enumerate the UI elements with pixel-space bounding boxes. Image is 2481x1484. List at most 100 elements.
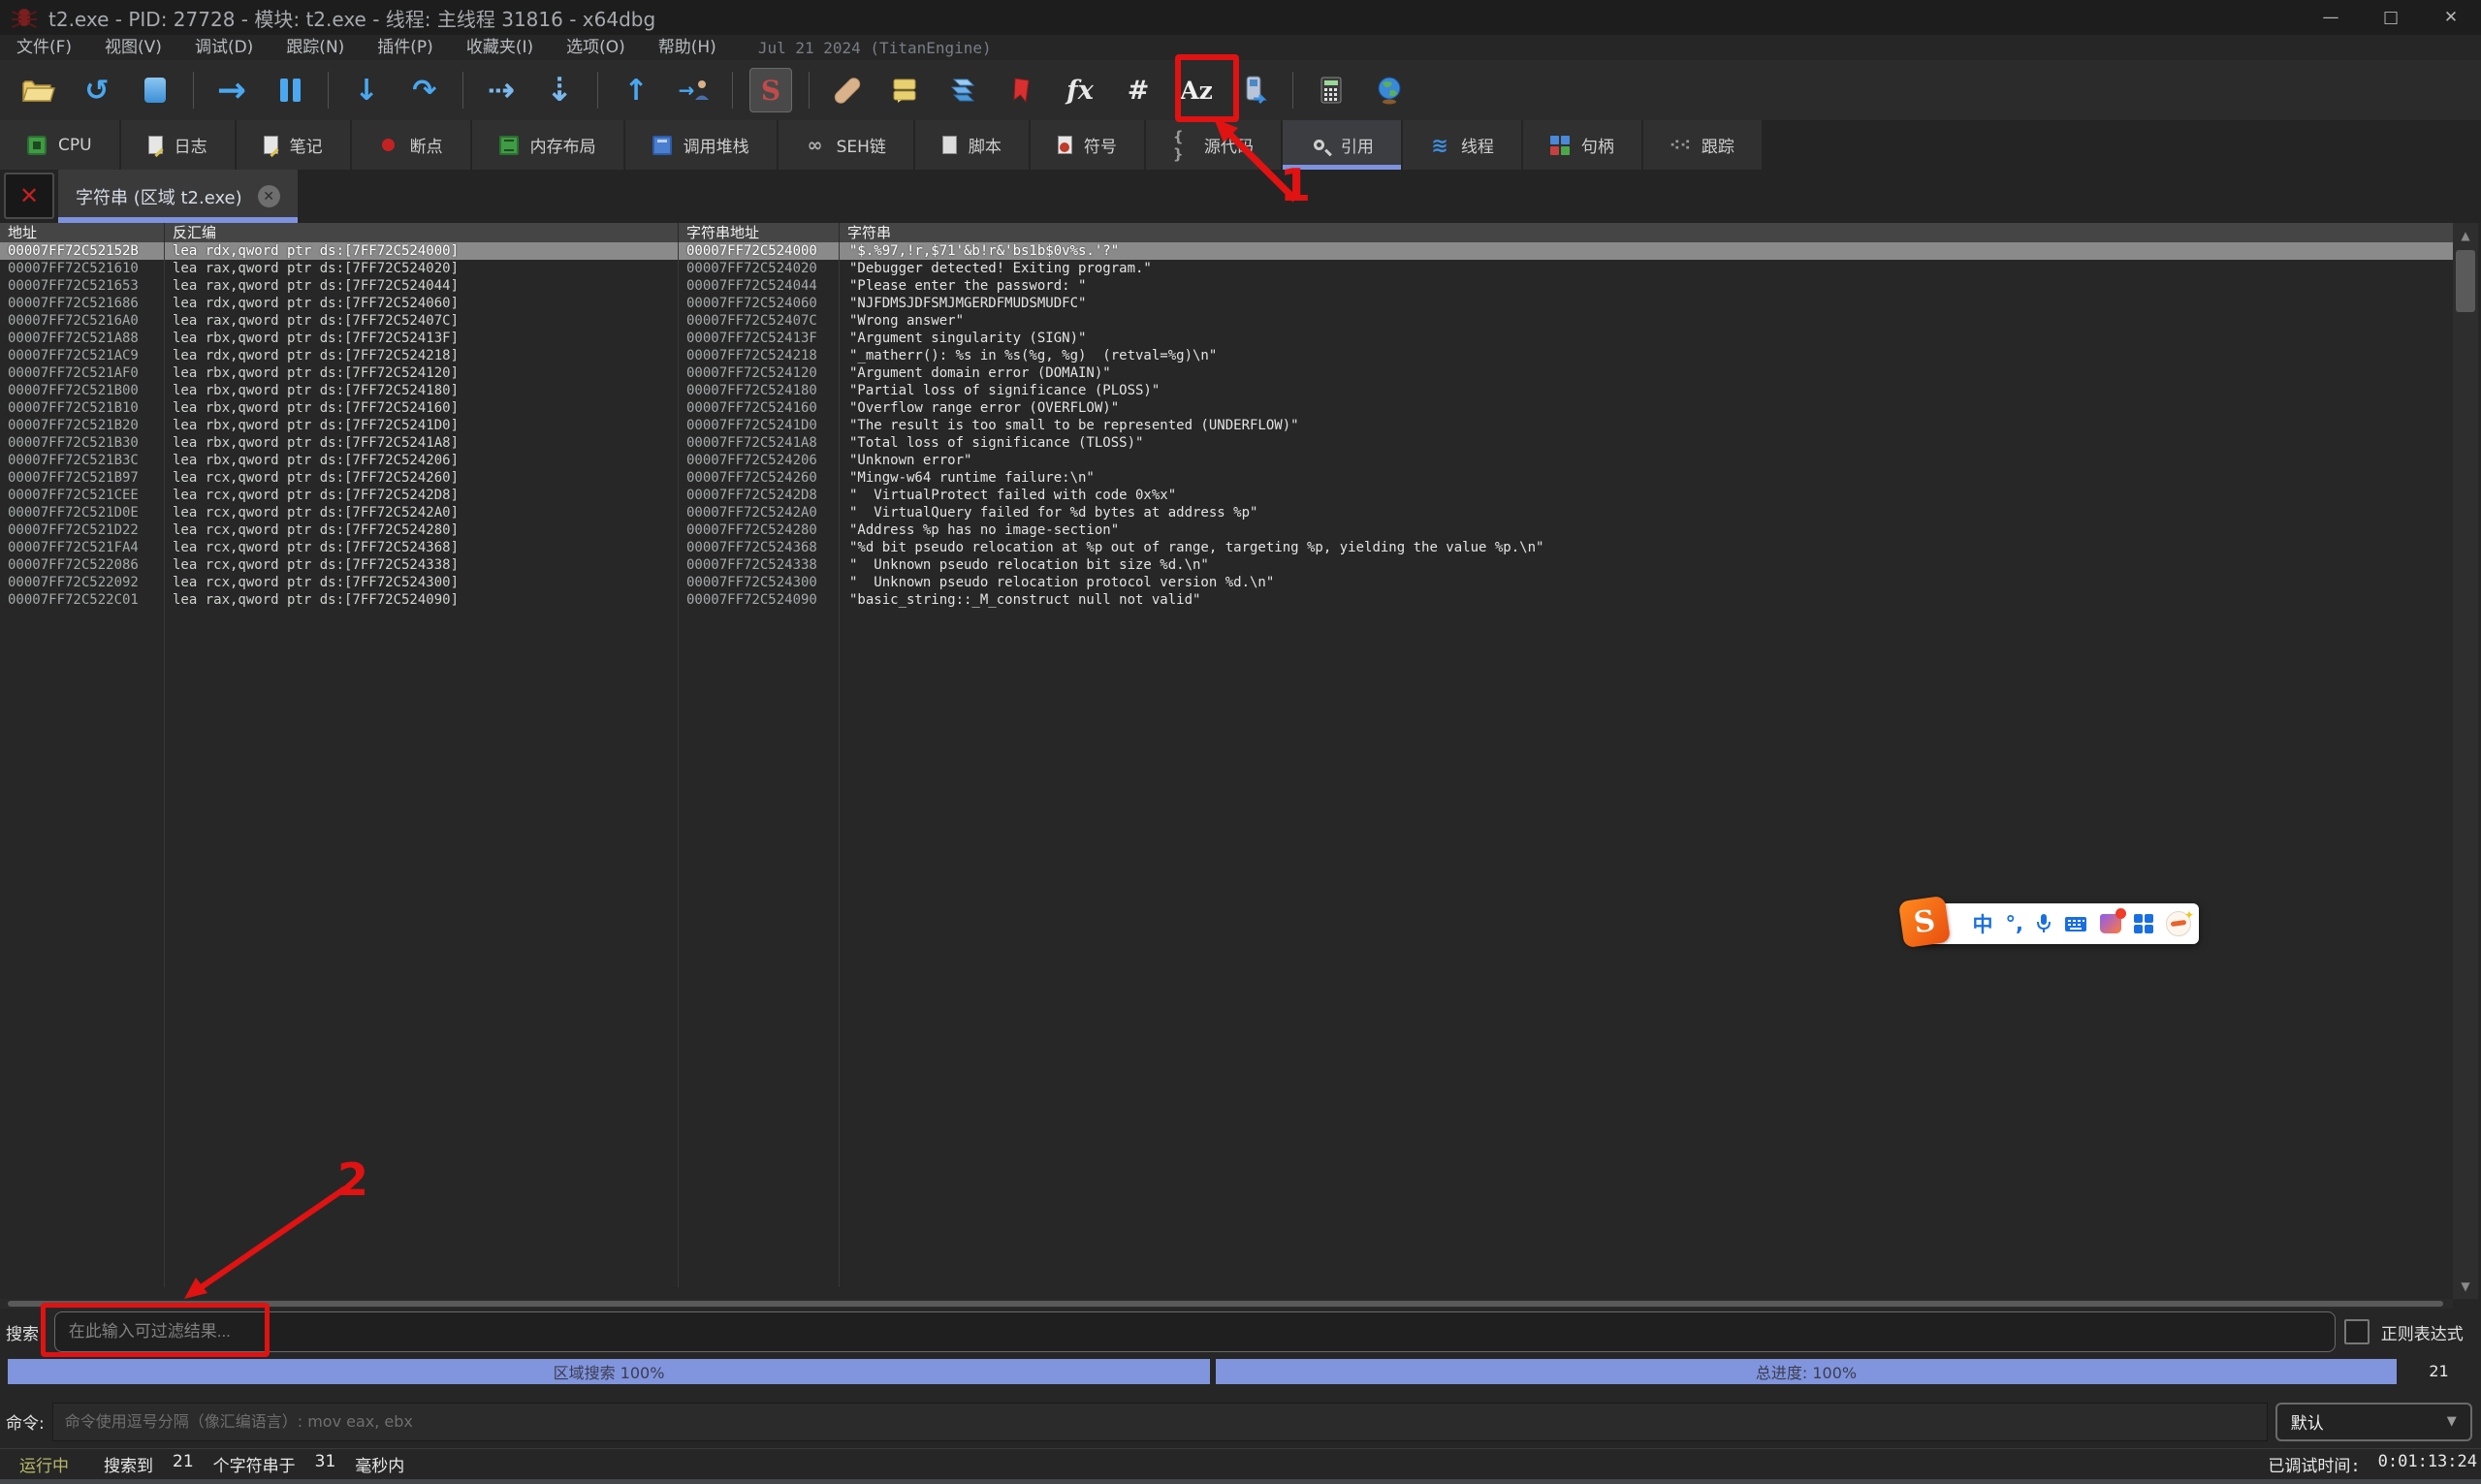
table-row[interactable]: 00007FF72C521A88lea rbx,qword ptr ds:[7F… <box>0 330 2453 347</box>
sogou-logo-icon[interactable]: S <box>1898 896 1951 948</box>
pause-icon <box>280 79 301 102</box>
table-row[interactable]: 00007FF72C521B3Clea rbx,qword ptr ds:[7F… <box>0 452 2453 469</box>
menu-item-5[interactable]: 收藏夹(I) <box>450 35 550 60</box>
labels-button[interactable] <box>942 68 985 112</box>
menu-item-4[interactable]: 插件(P) <box>361 35 450 60</box>
tab-cpu[interactable]: CPU <box>0 120 119 170</box>
tab-handles[interactable]: 句柄 <box>1523 120 1641 170</box>
menu-item-6[interactable]: 选项(O) <box>550 35 642 60</box>
soft-keyboard-button[interactable] <box>2064 916 2087 932</box>
table-row[interactable]: 00007FF72C521B00lea rbx,qword ptr ds:[7F… <box>0 382 2453 399</box>
step-into-button[interactable]: ↓ <box>345 68 388 112</box>
step-over-button[interactable]: ↷ <box>403 68 446 112</box>
table-row[interactable]: 00007FF72C521B10lea rbx,qword ptr ds:[7F… <box>0 399 2453 417</box>
pause-button[interactable] <box>269 68 311 112</box>
minimize-button[interactable]: — <box>2301 0 2361 35</box>
open-file-button[interactable] <box>17 68 60 112</box>
cell-string: "NJFDMSJDFSMJMGERDFMUDSMUDFC" <box>840 295 2453 312</box>
column-header-address[interactable]: 地址 <box>0 223 165 242</box>
find-strings-button[interactable]: Az <box>1175 68 1218 112</box>
tab-log[interactable]: 日志 <box>121 120 235 170</box>
source-mode-toggle-button[interactable]: S <box>749 68 792 112</box>
menu-item-7[interactable]: 帮助(H) <box>642 35 733 60</box>
horizontal-scrollbar[interactable] <box>0 1299 2453 1309</box>
search-input[interactable] <box>54 1311 2336 1352</box>
regex-checkbox[interactable] <box>2344 1319 2370 1344</box>
table-row[interactable]: 00007FF72C521686lea rdx,qword ptr ds:[7F… <box>0 295 2453 312</box>
table-row[interactable]: 00007FF72C521B30lea rbx,qword ptr ds:[7F… <box>0 434 2453 452</box>
punctuation-mode-button[interactable]: °, <box>2006 912 2023 935</box>
table-row[interactable]: 00007FF72C52152Blea rdx,qword ptr ds:[7F… <box>0 242 2453 260</box>
maximize-button[interactable]: □ <box>2361 0 2421 35</box>
table-row[interactable]: 00007FF72C521B20lea rbx,qword ptr ds:[7F… <box>0 417 2453 434</box>
attach-button[interactable] <box>1233 68 1276 112</box>
tab-call-stack[interactable]: 调用堆栈 <box>625 120 777 170</box>
patches-button[interactable] <box>826 68 869 112</box>
close-all-references-button[interactable]: ✕ <box>4 173 54 219</box>
column-header-string-address[interactable]: 字符串地址 <box>679 223 840 242</box>
profile-value: 默认 <box>2291 1409 2324 1434</box>
menu-item-3[interactable]: 跟踪(N) <box>270 35 361 60</box>
menu-item-1[interactable]: 视图(V) <box>88 35 178 60</box>
step-out-button[interactable]: ↑ <box>615 68 657 112</box>
tab-breakpoint[interactable]: 断点 <box>352 120 470 170</box>
close-subtab-icon[interactable]: ✕ <box>258 185 280 207</box>
tab-threads[interactable]: ≋线程 <box>1403 120 1521 170</box>
chinese-mode-button[interactable]: 中 <box>1973 909 1993 938</box>
bookmarks-button[interactable] <box>1001 68 1043 112</box>
hash-button[interactable]: # <box>1117 68 1160 112</box>
run-to-user-code-button[interactable]: ⇣ <box>538 68 581 112</box>
scroll-up-icon[interactable]: ▲ <box>2453 223 2478 248</box>
comments-button[interactable] <box>884 68 927 112</box>
close-button[interactable]: ✕ <box>2421 0 2481 35</box>
ai-assistant-button[interactable]: ✦ <box>2166 911 2191 936</box>
cell-string: "Argument domain error (DOMAIN)" <box>840 364 2453 382</box>
step-out-icon: ↑ <box>623 74 648 108</box>
table-row[interactable]: 00007FF72C522086lea rcx,qword ptr ds:[7F… <box>0 556 2453 574</box>
strings-reference-subtab[interactable]: 字符串 (区域 t2.exe) ✕ <box>58 170 298 223</box>
stop-button[interactable] <box>134 68 176 112</box>
execute-till-return-button[interactable]: ⇢ <box>480 68 523 112</box>
table-row[interactable]: 00007FF72C521D0Elea rcx,qword ptr ds:[7F… <box>0 504 2453 521</box>
table-row[interactable]: 00007FF72C5216A0lea rax,qword ptr ds:[7F… <box>0 312 2453 330</box>
animate-into-button[interactable]: → <box>673 68 716 112</box>
column-header-disassembly[interactable]: 反汇编 <box>165 223 679 242</box>
table-row[interactable]: 00007FF72C521653lea rax,qword ptr ds:[7F… <box>0 277 2453 295</box>
symbols-globe-button[interactable] <box>1368 68 1411 112</box>
menu-item-0[interactable]: 文件(F) <box>0 35 88 60</box>
calculator-button[interactable] <box>1310 68 1352 112</box>
tab-trace[interactable]: ⁖⁖跟踪 <box>1643 120 1762 170</box>
cell-disassembly: lea rbx,qword ptr ds:[7FF72C524206] <box>165 452 679 469</box>
table-row[interactable]: 00007FF72C521610lea rax,qword ptr ds:[7F… <box>0 260 2453 277</box>
command-input[interactable] <box>52 1403 2268 1441</box>
run-button[interactable]: → <box>210 68 253 112</box>
voice-input-button[interactable] <box>2036 913 2052 934</box>
tab-notes[interactable]: 笔记 <box>237 120 350 170</box>
vertical-scrollbar[interactable]: ▲ ▼ <box>2453 223 2478 1299</box>
table-row[interactable]: 00007FF72C521D22lea rcx,qword ptr ds:[7F… <box>0 521 2453 539</box>
tab-references[interactable]: 引用 <box>1283 120 1401 170</box>
column-header-string[interactable]: 字符串 <box>840 223 2453 242</box>
scrollbar-thumb[interactable] <box>2456 250 2475 312</box>
menu-item-2[interactable]: 调试(D) <box>178 35 270 60</box>
cell-string: " Unknown pseudo relocation bit size %d.… <box>840 556 2453 574</box>
skin-button[interactable] <box>2100 914 2121 933</box>
table-row[interactable]: 00007FF72C522092lea rcx,qword ptr ds:[7F… <box>0 574 2453 591</box>
table-row[interactable]: 00007FF72C522C01lea rax,qword ptr ds:[7F… <box>0 591 2453 609</box>
scrollbar-thumb[interactable] <box>8 1301 2443 1307</box>
table-row[interactable]: 00007FF72C521AF0lea rbx,qword ptr ds:[7F… <box>0 364 2453 382</box>
ime-menu-button[interactable] <box>2134 914 2153 933</box>
functions-button[interactable]: fx <box>1059 68 1101 112</box>
tab-script[interactable]: 脚本 <box>915 120 1029 170</box>
table-row[interactable]: 00007FF72C521FA4lea rcx,qword ptr ds:[7F… <box>0 539 2453 556</box>
tab-seh-chain[interactable]: ∞SEH链 <box>779 120 913 170</box>
profile-dropdown[interactable]: 默认 ▼ <box>2275 1403 2472 1441</box>
restart-button[interactable]: ↺ <box>76 68 118 112</box>
tab-memory-map[interactable]: 内存布局 <box>472 120 623 170</box>
tab-symbols[interactable]: 符号 <box>1031 120 1144 170</box>
tab-source[interactable]: { }源代码 <box>1146 120 1281 170</box>
table-row[interactable]: 00007FF72C521CEElea rcx,qword ptr ds:[7F… <box>0 487 2453 504</box>
table-row[interactable]: 00007FF72C521AC9lea rdx,qword ptr ds:[7F… <box>0 347 2453 364</box>
scroll-down-icon[interactable]: ▼ <box>2453 1274 2478 1299</box>
table-row[interactable]: 00007FF72C521B97lea rcx,qword ptr ds:[7F… <box>0 469 2453 487</box>
